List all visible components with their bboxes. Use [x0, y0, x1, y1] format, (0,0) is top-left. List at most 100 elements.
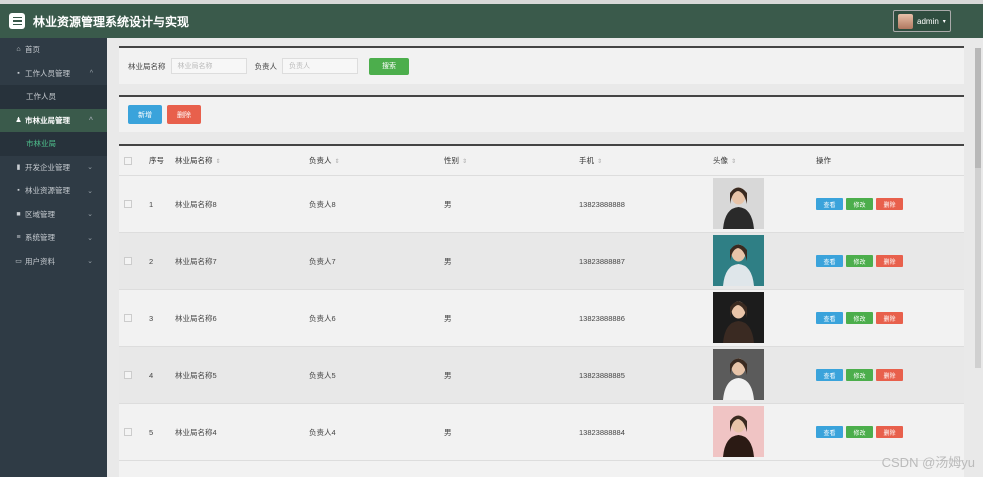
cell-name: 林业局名称6 [175, 313, 217, 323]
cell-gender: 男 [444, 427, 452, 437]
row-checkbox[interactable] [124, 314, 132, 322]
watermark: CSDN @汤姆yu [881, 455, 975, 470]
action-panel: 新增 删除 [119, 95, 964, 132]
cell-gender: 男 [444, 256, 452, 266]
view-button[interactable]: 查看 [816, 198, 843, 210]
select-all-checkbox[interactable] [124, 156, 132, 165]
delete-button[interactable]: 删除 [876, 312, 903, 324]
name-search-input[interactable]: 林业局名称 [170, 58, 247, 74]
sidebar-item-label: 首页 [25, 45, 40, 55]
row-checkbox[interactable] [124, 200, 132, 208]
sidebar-item-3[interactable]: ♟ 市林业局管理 ^ [0, 108, 107, 132]
col-name[interactable]: 林业局名称 ⇕ [175, 155, 221, 166]
row-actions: 查看 修改 删除 [816, 255, 903, 267]
table-body: 1 林业局名称8 负责人8 男 13823888888 查看 修改 删除 2 林业局名称7 负责人7… [119, 176, 964, 461]
manager-search-input[interactable]: 负责人 [282, 58, 358, 74]
table-row: 4 林业局名称5 负责人5 男 13823888885 查看 修改 删除 [119, 347, 964, 404]
menu-toggle-icon[interactable] [9, 13, 25, 29]
card-icon: ▭ [15, 258, 22, 266]
view-button[interactable]: 查看 [816, 426, 843, 438]
avatar-photo[interactable] [713, 235, 764, 286]
cell-phone: 13823888886 [579, 313, 625, 323]
row-checkbox[interactable] [124, 428, 132, 436]
edit-button[interactable]: 修改 [846, 426, 873, 438]
col-manager[interactable]: 负责人 ⇕ [309, 155, 340, 166]
col-phone[interactable]: 手机 ⇕ [579, 155, 602, 166]
view-button[interactable]: 查看 [816, 255, 843, 267]
sidebar-item-label: 用户资料 [25, 256, 55, 266]
row-actions: 查看 修改 删除 [816, 426, 903, 438]
cell-gender: 男 [444, 313, 452, 323]
row-checkbox[interactable] [124, 371, 132, 379]
cell-phone: 13823888884 [579, 427, 625, 437]
sidebar-item-4[interactable]: 市林业局 [0, 132, 107, 156]
chevron-down-icon: ⌄ [87, 164, 93, 172]
cell-index: 4 [149, 370, 154, 380]
row-actions: 查看 修改 删除 [816, 369, 903, 381]
scrollbar-thumb[interactable] [975, 48, 981, 168]
edit-button[interactable]: 修改 [846, 255, 873, 267]
view-button[interactable]: 查看 [816, 312, 843, 324]
delete-button[interactable]: 删除 [876, 369, 903, 381]
block-icon: ■ [16, 210, 21, 218]
row-checkbox[interactable] [124, 257, 132, 265]
col-ops: 操作 [816, 156, 831, 165]
add-button[interactable]: 新增 [128, 105, 162, 124]
grid-icon: ▪ [17, 69, 20, 77]
col-gender[interactable]: 性别 ⇕ [444, 155, 467, 166]
edit-button[interactable]: 修改 [846, 369, 873, 381]
sidebar-item-8[interactable]: ≡ 系统管理 ⌄ [0, 226, 107, 250]
cell-name: 林业局名称7 [175, 256, 217, 266]
sidebar-item-1[interactable]: ▪ 工作人员管理 ^ [0, 62, 107, 86]
delete-button[interactable]: 删除 [876, 198, 903, 210]
chevron-down-icon: ⌄ [87, 187, 93, 195]
cell-index: 2 [149, 256, 154, 266]
caret-down-icon: ▾ [942, 18, 946, 25]
avatar-photo[interactable] [713, 349, 764, 400]
col-index: 序号 [149, 156, 164, 165]
search-label-name: 林业局名称 [128, 61, 166, 71]
chevron-down-icon: ⌄ [87, 211, 93, 219]
avatar-photo[interactable] [713, 406, 764, 457]
avatar-photo[interactable] [713, 292, 764, 343]
list-icon: ≡ [16, 234, 21, 242]
person-icon: ♟ [15, 117, 22, 125]
search-label-manager: 负责人 [254, 61, 278, 71]
delete-button[interactable]: 删除 [876, 426, 903, 438]
home-icon: ⌂ [16, 46, 21, 54]
sidebar-item-6[interactable]: ▪ 林业资源管理 ⌄ [0, 179, 107, 203]
app-title: 林业资源管理系统设计与实现 [33, 14, 190, 29]
edit-button[interactable]: 修改 [846, 312, 873, 324]
bulk-delete-button[interactable]: 删除 [167, 105, 201, 124]
sidebar-item-5[interactable]: ▮ 开发企业管理 ⌄ [0, 156, 107, 180]
sidebar-item-label: 工作人员 [26, 92, 56, 102]
sort-icon: ⇕ [215, 159, 221, 165]
chevron-down-icon: ⌄ [87, 234, 93, 242]
sort-icon: ⇕ [731, 159, 737, 165]
search-panel: 林业局名称 林业局名称 负责人 负责人 搜索 [119, 46, 964, 84]
cell-manager: 负责人7 [309, 256, 336, 266]
user-menu-button[interactable]: admin ▾ [893, 10, 951, 32]
delete-button[interactable]: 删除 [876, 255, 903, 267]
chevron-up-icon: ^ [88, 116, 93, 124]
cell-index: 1 [149, 199, 154, 209]
scrollbar[interactable] [975, 48, 981, 368]
view-button[interactable]: 查看 [816, 369, 843, 381]
data-table: 序号 林业局名称 ⇕ 负责人 ⇕ 性别 ⇕ 手机 ⇕ 头像 ⇕ 操作 1 林业局名称8 负责人… [119, 144, 964, 477]
sidebar-item-7[interactable]: ■ 区域管理 ⌄ [0, 203, 107, 227]
sidebar-item-label: 开发企业管理 [25, 162, 70, 172]
grid-icon: ▪ [17, 187, 20, 195]
sidebar-item-9[interactable]: ▭ 用户资料 ⌄ [0, 250, 107, 274]
sort-icon: ⇕ [597, 159, 603, 165]
sidebar-item-2[interactable]: 工作人员 [0, 85, 107, 109]
cell-name: 林业局名称8 [175, 199, 217, 209]
sidebar-item-0[interactable]: ⌂ 首页 [0, 38, 107, 62]
cell-name: 林业局名称4 [175, 427, 217, 437]
sidebar-item-label: 市林业局管理 [25, 115, 70, 125]
search-button[interactable]: 搜索 [369, 57, 409, 75]
avatar-photo[interactable] [713, 178, 764, 229]
cell-phone: 13823888888 [579, 199, 625, 209]
cell-gender: 男 [444, 370, 452, 380]
edit-button[interactable]: 修改 [846, 198, 873, 210]
col-photo[interactable]: 头像 ⇕ [713, 155, 736, 166]
